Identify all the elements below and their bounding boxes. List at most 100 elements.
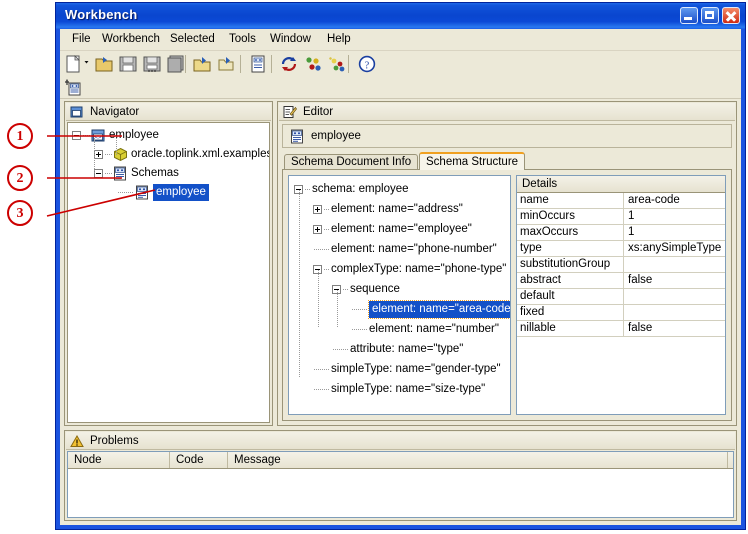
schema-structure-tree[interactable]: schema: employee element: name="address" e… (288, 175, 511, 415)
save-icon[interactable] (118, 54, 138, 74)
details-row[interactable]: typexs:anySimpleType (517, 241, 725, 257)
schema-node-label: complexType: name="phone-type" (331, 261, 506, 278)
menu-workbench[interactable]: Workbench (98, 32, 164, 46)
schema-icon (135, 185, 150, 200)
collapse-toggle-2[interactable] (94, 169, 103, 178)
screenshot-root: Workbench FileWorkbenchSelectedToolsWind… (0, 0, 748, 534)
schema-node-10[interactable]: simpleType: name="size-type" (289, 381, 510, 398)
details-value[interactable]: false (625, 321, 725, 336)
details-value[interactable] (625, 289, 725, 304)
menu-file[interactable]: File (68, 32, 95, 46)
window-frame-bottom (56, 525, 745, 529)
close-button[interactable] (722, 7, 740, 24)
schema-node-label: element: name="phone-number" (331, 241, 497, 258)
editor-pencil-icon (283, 105, 297, 119)
tree-connector (314, 249, 330, 250)
navigator-node-1[interactable]: oracle.toplink.xml.examples (68, 146, 269, 163)
minimize-button[interactable] (680, 7, 698, 24)
new-project-icon[interactable] (192, 54, 212, 74)
schema-node-label: sequence (350, 281, 400, 298)
editor-document-row[interactable]: employee (282, 124, 732, 148)
menu-window[interactable]: Window (266, 32, 315, 46)
navigator-node-0[interactable]: <>employee (68, 127, 269, 144)
details-row[interactable]: minOccurs1 (517, 209, 725, 225)
details-table[interactable]: namearea-codeminOccurs1maxOccurs1typexs:… (517, 193, 725, 414)
tree-connector (314, 369, 330, 370)
toolbar-separator-2 (240, 55, 241, 73)
details-key: nillable (517, 321, 624, 336)
details-row[interactable]: substitutionGroup (517, 257, 725, 273)
schema-node-8[interactable]: attribute: name="type" (289, 341, 510, 358)
details-value[interactable]: 1 (625, 209, 725, 224)
schema-node-9[interactable]: simpleType: name="gender-type" (289, 361, 510, 378)
expand-toggle-1[interactable] (94, 150, 103, 159)
menu-tools[interactable]: Tools (225, 32, 260, 46)
collapse-toggle-0[interactable] (72, 131, 81, 140)
schema-node-7[interactable]: element: name="number" (289, 321, 510, 338)
schema-node-label: schema: employee (312, 181, 409, 198)
window-frame-right (741, 29, 745, 529)
details-row[interactable]: nillablefalse (517, 321, 725, 337)
generate-icon[interactable] (327, 54, 347, 74)
refresh-icon[interactable] (279, 54, 299, 74)
problems-column-node[interactable]: Node (68, 452, 170, 468)
expand-toggle-schema-2[interactable] (313, 225, 322, 234)
details-row[interactable]: namearea-code (517, 193, 725, 209)
map-icon[interactable] (303, 54, 323, 74)
problems-panel: Problems NodeCodeMessage (64, 430, 737, 521)
new-icon[interactable] (64, 54, 84, 74)
save-as-icon[interactable] (142, 54, 162, 74)
callout-marker-2: 2 (7, 165, 33, 191)
problems-column-message[interactable]: Message (228, 452, 728, 468)
help-icon[interactable]: ? (357, 54, 377, 74)
details-row[interactable]: maxOccurs1 (517, 225, 725, 241)
navigator-node-3[interactable]: employee (68, 184, 269, 201)
tree-connector (314, 389, 330, 390)
tree-vertical-connector (94, 136, 95, 174)
details-value[interactable] (625, 257, 725, 272)
navigator-node-2[interactable]: Schemas (68, 165, 269, 182)
details-key: abstract (517, 273, 624, 288)
schema-node-label: simpleType: name="size-type" (331, 381, 485, 398)
document-icon[interactable] (248, 54, 268, 74)
details-row[interactable]: fixed (517, 305, 725, 321)
problems-column-code[interactable]: Code (170, 452, 228, 468)
save-all-icon[interactable] (166, 54, 186, 74)
toolbar-separator-3 (271, 55, 272, 73)
details-header: Details (517, 176, 725, 193)
tab-schema-structure[interactable]: Schema Structure (419, 152, 525, 170)
details-key: maxOccurs (517, 225, 624, 240)
schema-node-2[interactable]: element: name="employee" (289, 221, 510, 238)
schema-node-6[interactable]: element: name="area-code" (289, 301, 510, 318)
new-dropdown-icon[interactable] (82, 54, 92, 74)
schema-icon (290, 129, 305, 144)
details-value[interactable] (625, 305, 725, 320)
navigator-tree[interactable]: <>employee oracle.toplink.xml.examples Sch… (67, 122, 270, 423)
menu-selected[interactable]: Selected (166, 32, 219, 46)
schema-node-5[interactable]: sequence (289, 281, 510, 298)
tree-connector (333, 349, 349, 350)
tree-vertical-connector (299, 190, 300, 377)
maximize-button[interactable] (701, 7, 719, 24)
schema-node-1[interactable]: element: name="address" (289, 201, 510, 218)
details-row[interactable]: abstractfalse (517, 273, 725, 289)
details-value[interactable]: xs:anySimpleType (625, 241, 725, 256)
tree-connector (352, 309, 368, 310)
secondary-toolbar (60, 77, 741, 99)
open-project-icon[interactable] (216, 54, 236, 74)
schema-tool-icon[interactable] (64, 78, 84, 98)
details-row[interactable]: default (517, 289, 725, 305)
schema-node-4[interactable]: complexType: name="phone-type" (289, 261, 510, 278)
open-icon[interactable] (94, 54, 114, 74)
tree-connector (305, 189, 311, 190)
expand-toggle-schema-1[interactable] (313, 205, 322, 214)
schema-node-3[interactable]: element: name="phone-number" (289, 241, 510, 258)
details-value[interactable]: false (625, 273, 725, 288)
problems-list[interactable]: NodeCodeMessage (67, 451, 734, 518)
details-value[interactable]: 1 (625, 225, 725, 240)
details-value[interactable]: area-code (625, 193, 725, 208)
menu-help[interactable]: Help (323, 32, 355, 46)
schema-node-0[interactable]: schema: employee (289, 181, 510, 198)
tab-schema-document-info[interactable]: Schema Document Info (284, 154, 418, 170)
warning-icon (70, 434, 84, 448)
